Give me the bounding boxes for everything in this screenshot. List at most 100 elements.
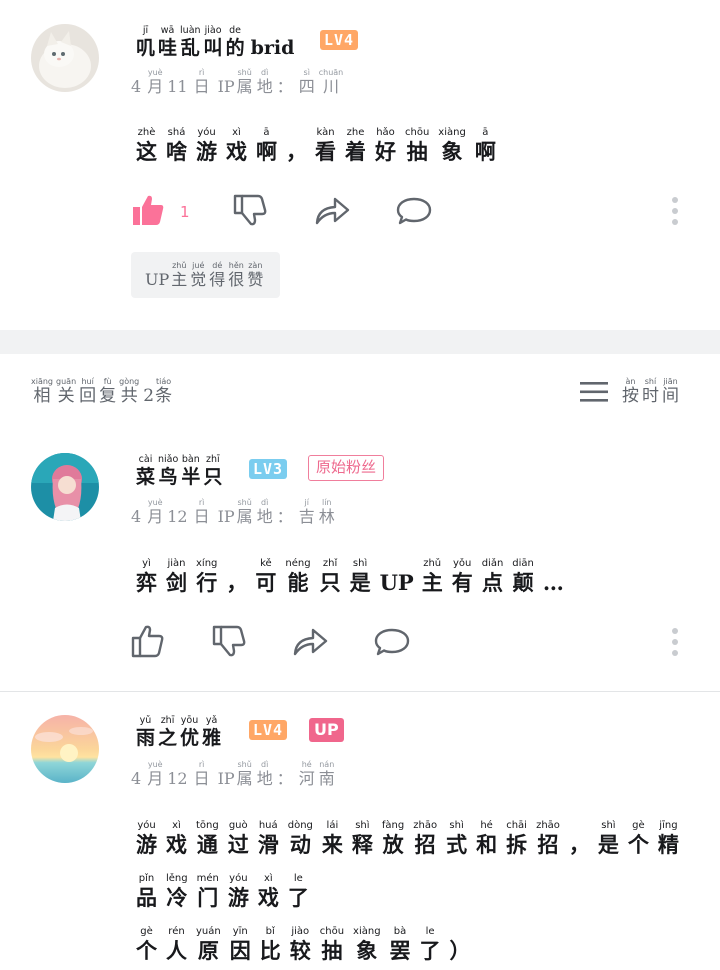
more-icon[interactable]: [671, 197, 679, 230]
pinyin: bàn: [181, 454, 200, 465]
avatar-user-2[interactable]: [31, 453, 99, 521]
pinyin: shá: [167, 127, 186, 138]
hanzi: 象: [441, 139, 463, 164]
hanzi: 月: [147, 769, 164, 788]
ruby-char: rì 日: [194, 761, 210, 787]
pinyin: shì: [355, 820, 370, 831]
pinyin: mén: [196, 873, 219, 884]
hanzi: 看: [315, 139, 336, 164]
text-char: 2: [143, 386, 155, 406]
ruby-char: guò 过: [228, 821, 249, 856]
pinyin: yuè: [147, 498, 163, 507]
ruby-char: yóu 游: [196, 128, 217, 163]
comment-meta: 4 yuè 月 12 rì 日 IP shǔ 属 dì 地： jí 吉 lín 林: [131, 499, 339, 525]
pinyin: lái: [326, 820, 339, 831]
pinyin: zhǐ: [322, 558, 338, 569]
ruby-char: zhī 只: [203, 455, 222, 487]
pinyin: luàn: [180, 25, 201, 36]
hanzi: 日: [193, 77, 210, 96]
hanzi: 叫: [203, 36, 223, 59]
ruby-char: chōu 抽: [405, 128, 429, 163]
pinyin: shì: [601, 820, 616, 831]
sort-toggle[interactable]: àn 按 shí 时 jiān 间: [580, 378, 682, 405]
original-fan-badge: 原始粉丝: [308, 455, 385, 481]
pinyin: jué: [192, 261, 205, 270]
hanzi: 能: [287, 570, 309, 595]
ruby-char: wā 哇: [158, 26, 177, 58]
share-button[interactable]: [292, 626, 328, 656]
pinyin: chuān: [318, 68, 344, 77]
ruby-char: gè 个: [136, 927, 157, 962]
username[interactable]: cài 菜 niǎo 鸟 bàn 半 zhī 只: [136, 455, 225, 487]
pinyin: zhǔ: [172, 261, 187, 270]
level-badge: LV4: [320, 30, 359, 50]
ruby-char: xíng 行: [196, 559, 217, 594]
ruby-char: yóu 游: [136, 821, 157, 856]
ruby-char: rén 人: [166, 927, 187, 962]
ruby-char: gè 个: [628, 821, 649, 856]
dislike-button[interactable]: [233, 193, 267, 227]
like-button[interactable]: [131, 624, 165, 658]
more-icon[interactable]: [671, 628, 679, 661]
pinyin: cài: [138, 454, 153, 465]
hanzi: 点: [481, 570, 503, 595]
avatar-user-3[interactable]: [31, 715, 99, 783]
comment-meta: 4 yuè 月 12 rì 日 IP shǔ 属 dì 地： hé 河 nán 南: [131, 761, 339, 787]
hanzi: 门: [197, 885, 219, 910]
text-char: 12: [167, 769, 188, 788]
ruby-char: huí 回: [79, 378, 96, 405]
pinyin: dì: [261, 68, 269, 77]
hanzi: 了: [287, 885, 309, 910]
hanzi: 颠: [512, 570, 534, 595]
ruby-char: xì 戏: [166, 821, 187, 857]
hanzi: 滑: [257, 832, 279, 857]
hanzi: 川: [322, 77, 339, 96]
hanzi: 戏: [257, 885, 279, 910]
like-button[interactable]: [131, 193, 165, 227]
pinyin: chāi: [506, 820, 527, 831]
hanzi: 戏: [166, 832, 187, 857]
ruby-char: ā啊: [256, 127, 277, 163]
reply-divider: [0, 691, 720, 692]
pinyin: le: [425, 926, 435, 937]
avatar-user-1[interactable]: [31, 24, 99, 92]
ruby-char: xiàng 象: [438, 128, 466, 164]
dislike-button[interactable]: [212, 624, 246, 658]
hanzi: 回: [79, 386, 97, 406]
hanzi: 式: [446, 832, 468, 857]
ruby-char: hé 和: [476, 821, 497, 856]
comment-button[interactable]: [374, 627, 410, 657]
ruby-char: yóu 游: [228, 874, 249, 909]
hanzi: 共: [120, 386, 138, 406]
pinyin: yǔ: [139, 715, 152, 726]
hanzi: 好: [375, 139, 396, 164]
ruby-char: hé 河: [299, 761, 315, 787]
sort-label: àn 按 shí 时 jiān 间: [622, 378, 682, 405]
hanzi: 关: [57, 386, 75, 406]
pinyin: dé: [212, 261, 223, 270]
ruby-char: lín 林: [319, 499, 335, 525]
pinyin: ā: [263, 127, 270, 138]
ruby-char: zhe 着: [345, 128, 366, 163]
ruby-char: huá 滑: [257, 821, 279, 857]
pinyin: xì: [264, 873, 273, 884]
pinyin: gòng: [119, 377, 140, 386]
share-button[interactable]: [314, 195, 350, 225]
hanzi: 释: [351, 832, 373, 857]
pinyin: sì: [303, 68, 310, 77]
pinyin: chōu: [319, 926, 345, 937]
username[interactable]: yǔ 雨 zhī 之 yōu 优 yǎ 雅: [136, 716, 224, 748]
ruby-char: kàn 看: [315, 128, 336, 164]
pinyin: zhǔ: [423, 558, 442, 569]
pinyin: rì: [198, 498, 205, 507]
pinyin: jiào: [204, 25, 222, 36]
comment-button[interactable]: [396, 196, 432, 226]
pinyin: yì: [142, 558, 151, 569]
ruby-char: shǔ 属: [237, 69, 253, 95]
pinyin: de: [229, 25, 241, 36]
hanzi: 按: [622, 386, 639, 406]
hanzi: 很: [228, 270, 245, 289]
username[interactable]: jī 叽 wā 哇 luàn 乱 jiào 叫 de 的 brid: [136, 26, 294, 58]
hanzi: 地: [256, 769, 273, 788]
pinyin: jiào: [291, 926, 310, 937]
